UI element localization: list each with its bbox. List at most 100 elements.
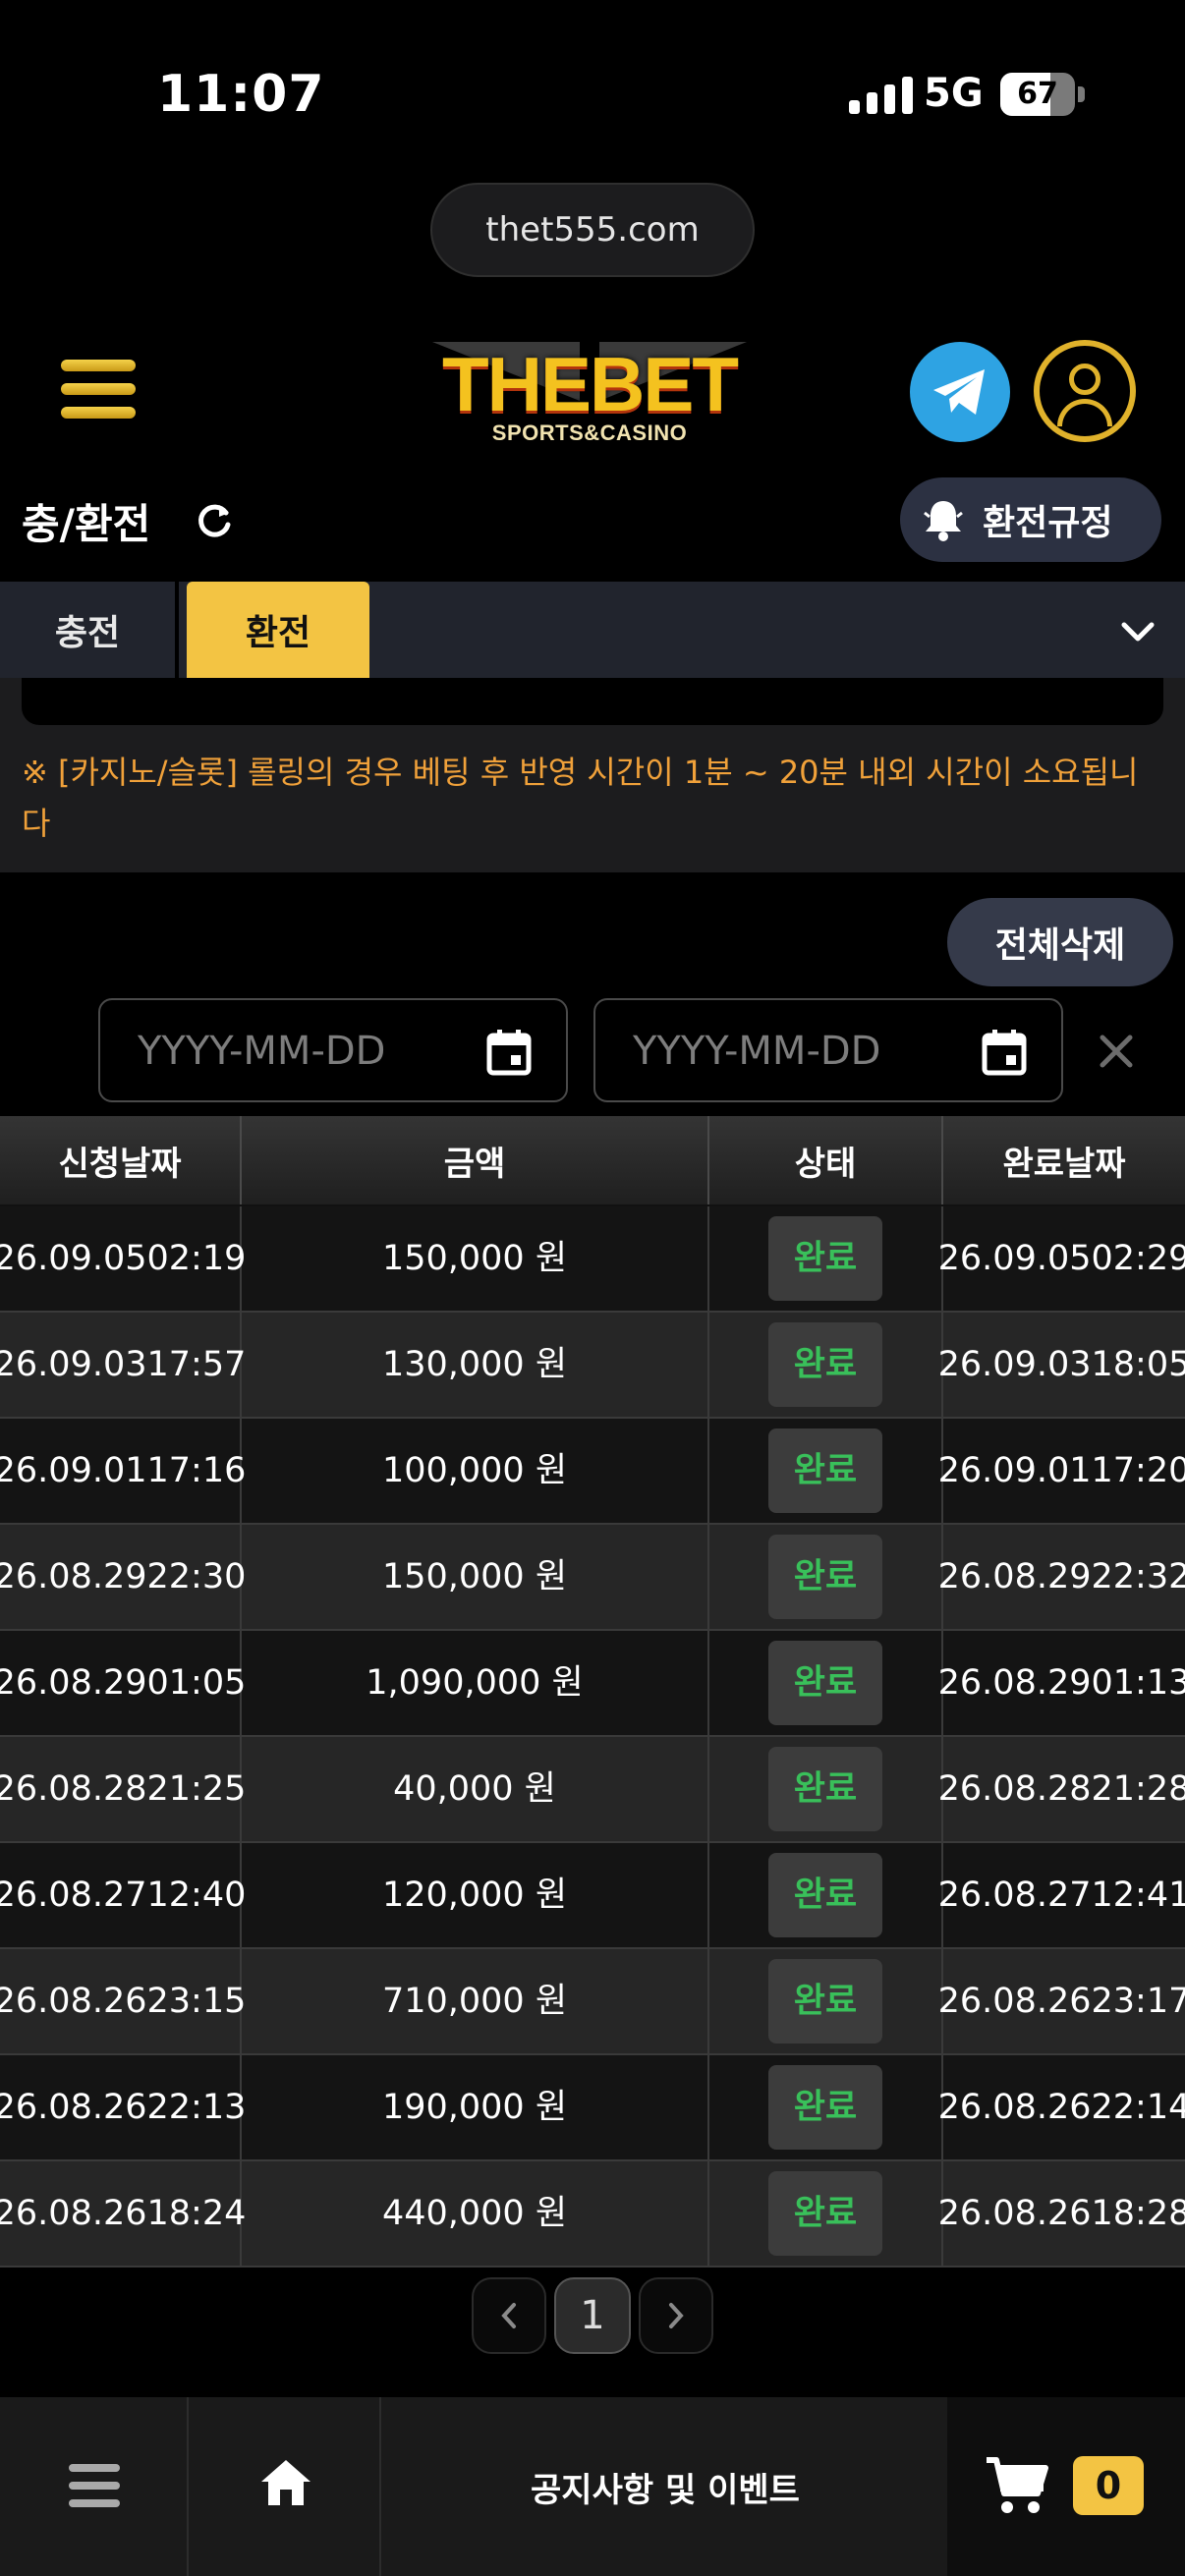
end-date-field[interactable] bbox=[593, 998, 1063, 1102]
status-badge: 완료 bbox=[768, 2171, 882, 2256]
network-label: 5G bbox=[924, 71, 984, 116]
status-time: 11:07 bbox=[157, 65, 325, 124]
calendar-icon[interactable] bbox=[981, 1028, 1028, 1077]
amount-cell: 440,000 원 bbox=[242, 2161, 709, 2266]
status-cell: 완료 bbox=[709, 1419, 943, 1523]
status-cell: 완료 bbox=[709, 1313, 943, 1417]
complete-time: 22:32 bbox=[1091, 1557, 1185, 1596]
complete-datetime: 26.09.05 02:29 bbox=[938, 1206, 1185, 1311]
menu-icon[interactable] bbox=[61, 360, 136, 419]
close-icon[interactable] bbox=[1097, 1032, 1136, 1071]
cart-button[interactable]: 0 bbox=[947, 2397, 1185, 2576]
status-cell: 완료 bbox=[709, 1737, 943, 1841]
start-date-field[interactable] bbox=[98, 998, 568, 1102]
status-cell: 완료 bbox=[709, 1843, 943, 1947]
tab-bar: 충전 환전 bbox=[0, 582, 1185, 678]
request-time: 17:16 bbox=[146, 1451, 247, 1490]
request-datetime: 26.09.01 17:16 bbox=[0, 1419, 246, 1523]
complete-datetime: 26.08.29 01:13 bbox=[938, 1631, 1185, 1735]
amount-cell: 120,000 원 bbox=[242, 1843, 709, 1947]
home-icon bbox=[261, 2460, 310, 2505]
request-time: 22:30 bbox=[146, 1557, 247, 1596]
cart-count-badge: 0 bbox=[1073, 2456, 1144, 2515]
status-cell: 완료 bbox=[709, 1631, 943, 1735]
column-status: 상태 bbox=[709, 1116, 943, 1204]
site-logo[interactable]: THEBET SPORTS&CASINO bbox=[432, 330, 747, 452]
prev-page-button[interactable] bbox=[472, 2277, 546, 2354]
request-datetime: 26.08.28 21:25 bbox=[0, 1737, 246, 1841]
complete-time: 17:20 bbox=[1091, 1451, 1185, 1490]
table-row: 26.08.29 22:30 150,000 원 완료 26.08.29 22:32 bbox=[0, 1525, 1185, 1631]
complete-date: 26.08.26 bbox=[937, 2194, 1092, 2233]
status-badge: 완료 bbox=[768, 1747, 882, 1831]
tab-deposit[interactable]: 충전 bbox=[0, 582, 179, 678]
column-request-date: 신청날짜 bbox=[0, 1116, 242, 1204]
request-date: 26.08.26 bbox=[0, 2088, 147, 2127]
refresh-icon[interactable] bbox=[193, 499, 236, 542]
complete-time: 18:28 bbox=[1091, 2194, 1185, 2233]
status-badge: 완료 bbox=[768, 1641, 882, 1725]
request-time: 18:24 bbox=[146, 2194, 247, 2233]
exchange-rules-button[interactable]: 환전규정 bbox=[900, 477, 1161, 562]
page-1-button[interactable]: 1 bbox=[554, 2277, 631, 2354]
signal-icon bbox=[849, 77, 913, 114]
url-text: thet555.com bbox=[485, 210, 700, 250]
complete-time: 23:17 bbox=[1091, 1982, 1185, 2021]
amount-cell: 130,000 원 bbox=[242, 1313, 709, 1417]
chevron-down-icon[interactable] bbox=[1120, 617, 1156, 646]
next-page-button[interactable] bbox=[639, 2277, 713, 2354]
end-date-input[interactable] bbox=[633, 1024, 967, 1079]
complete-datetime: 26.08.27 12:41 bbox=[938, 1843, 1185, 1947]
request-datetime: 26.08.27 12:40 bbox=[0, 1843, 246, 1947]
calendar-icon[interactable] bbox=[485, 1028, 533, 1077]
status-badge: 완료 bbox=[768, 1535, 882, 1619]
request-time: 22:13 bbox=[146, 2088, 247, 2127]
complete-datetime: 26.09.01 17:20 bbox=[938, 1419, 1185, 1523]
complete-date: 26.08.29 bbox=[937, 1663, 1092, 1703]
chevron-right-icon bbox=[669, 2303, 684, 2328]
rolling-notice: ※ [카지노/슬롯] 롤링의 경우 베팅 후 반영 시간이 1분 ~ 20분 내… bbox=[22, 754, 1139, 842]
table-header: 신청날짜 금액 상태 완료날짜 bbox=[0, 1116, 1185, 1206]
request-datetime: 26.09.05 02:19 bbox=[0, 1206, 246, 1311]
delete-all-button[interactable]: 전체삭제 bbox=[947, 898, 1173, 986]
complete-date: 26.08.29 bbox=[937, 1557, 1092, 1596]
amount-cell: 710,000 원 bbox=[242, 1949, 709, 2053]
amount-cell: 150,000 원 bbox=[242, 1525, 709, 1629]
telegram-icon[interactable] bbox=[910, 342, 1010, 442]
amount-cell: 100,000 원 bbox=[242, 1419, 709, 1523]
complete-datetime: 26.08.26 22:14 bbox=[938, 2055, 1185, 2159]
notice-events-button[interactable]: 공지사항 및 이벤트 bbox=[383, 2397, 947, 2576]
complete-datetime: 26.08.28 21:28 bbox=[938, 1737, 1185, 1841]
url-bar[interactable]: thet555.com bbox=[430, 183, 755, 277]
status-badge: 완료 bbox=[768, 1428, 882, 1513]
logo-subtext: SPORTS&CASINO bbox=[491, 420, 688, 445]
complete-date: 26.09.05 bbox=[937, 1239, 1092, 1278]
request-time: 23:15 bbox=[146, 1982, 247, 2021]
request-datetime: 26.08.26 22:13 bbox=[0, 2055, 246, 2159]
home-button[interactable] bbox=[191, 2397, 381, 2576]
table-row: 26.09.01 17:16 100,000 원 완료 26.09.01 17:20 bbox=[0, 1419, 1185, 1525]
complete-datetime: 26.09.03 18:05 bbox=[938, 1313, 1185, 1417]
amount-cell: 40,000 원 bbox=[242, 1737, 709, 1841]
start-date-input[interactable] bbox=[138, 1024, 472, 1079]
request-date: 26.09.03 bbox=[0, 1345, 147, 1384]
table-row: 26.08.26 23:15 710,000 원 완료 26.08.26 23:17 bbox=[0, 1949, 1185, 2055]
request-datetime: 26.08.29 01:05 bbox=[0, 1631, 246, 1735]
table-row: 26.08.29 01:05 1,090,000 원 완료 26.08.29 01:13 bbox=[0, 1631, 1185, 1737]
battery-tip bbox=[1078, 86, 1085, 102]
chevron-left-icon bbox=[501, 2303, 516, 2328]
withdraw-history-table: 신청날짜 금액 상태 완료날짜 26.09.05 02:19 150,000 원 완료… bbox=[0, 1116, 1185, 2268]
tab-withdraw[interactable]: 환전 bbox=[187, 582, 369, 678]
table-row: 26.09.05 02:19 150,000 원 완료 26.09.05 02:29 bbox=[0, 1206, 1185, 1313]
status-cell: 완료 bbox=[709, 1949, 943, 2053]
request-time: 17:57 bbox=[146, 1345, 247, 1384]
table-row: 26.08.27 12:40 120,000 원 완료 26.08.27 12:41 bbox=[0, 1843, 1185, 1949]
table-row: 26.08.26 22:13 190,000 원 완료 26.08.26 22:14 bbox=[0, 2055, 1185, 2161]
complete-date: 26.09.03 bbox=[937, 1345, 1092, 1384]
complete-date: 26.08.27 bbox=[937, 1876, 1092, 1915]
bottom-menu-icon[interactable] bbox=[0, 2397, 189, 2576]
column-amount: 금액 bbox=[242, 1116, 709, 1204]
complete-time: 01:13 bbox=[1091, 1663, 1185, 1703]
user-icon[interactable] bbox=[1034, 340, 1136, 442]
battery-level: 67 bbox=[1017, 77, 1058, 111]
